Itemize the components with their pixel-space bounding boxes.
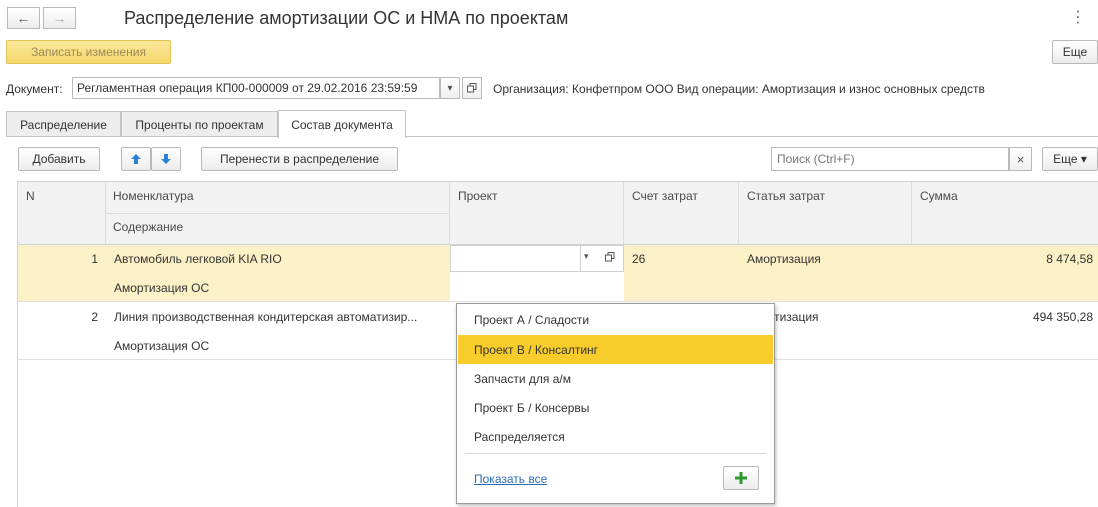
field-divider xyxy=(580,246,581,271)
plus-icon xyxy=(735,472,747,484)
page-title: Распределение амортизации ОС и НМА по пр… xyxy=(124,8,569,28)
open-icon[interactable] xyxy=(462,77,482,99)
move-down-button[interactable] xyxy=(151,147,181,171)
dropdown-item-project-v[interactable]: Проект В / Консалтинг xyxy=(458,335,773,364)
arrow-up-icon xyxy=(131,154,141,164)
header-n[interactable]: N xyxy=(18,182,105,244)
create-button[interactable] xyxy=(723,466,759,490)
arrow-right-icon: → xyxy=(52,10,67,26)
tab-project-percentages[interactable]: Проценты по проектам xyxy=(121,111,278,137)
back-button[interactable]: ← xyxy=(7,7,40,29)
dropdown-separator xyxy=(465,453,766,454)
account-cell[interactable]: 26 xyxy=(632,252,645,266)
move-to-distribution-button[interactable]: Перенести в распределение xyxy=(201,147,398,171)
header-sum[interactable]: Сумма xyxy=(912,182,1098,244)
row-divider xyxy=(18,301,1098,302)
tab-divider xyxy=(6,136,1098,137)
dropdown-item-project-b[interactable]: Проект Б / Консервы xyxy=(458,393,773,422)
header-project[interactable]: Проект xyxy=(450,182,623,244)
organization-info: Организация: Конфетпром ООО Вид операции… xyxy=(493,82,985,96)
sum-cell[interactable]: 494 350,28 xyxy=(918,310,1093,324)
search-input[interactable] xyxy=(771,147,1009,171)
move-up-button[interactable] xyxy=(121,147,151,171)
col-divider xyxy=(738,182,739,244)
nomenclature-cell[interactable]: Автомобиль легковой KIA RIO xyxy=(114,252,444,266)
dropdown-arrow-icon[interactable]: ▾ xyxy=(584,251,589,262)
tab-distribution[interactable]: Распределение xyxy=(6,111,121,137)
dropdown-item-distributed[interactable]: Распределяется xyxy=(458,422,773,451)
col-divider xyxy=(623,182,624,244)
tab-document-composition[interactable]: Состав документа xyxy=(278,110,406,138)
sum-cell[interactable]: 8 474,58 xyxy=(918,252,1093,266)
show-all-link[interactable]: Показать все xyxy=(474,472,547,486)
tab-active-gap xyxy=(279,136,405,138)
header-subdivider xyxy=(105,213,449,214)
dropdown-arrow-icon[interactable]: ▾ xyxy=(440,77,460,99)
add-button[interactable]: Добавить xyxy=(18,147,100,171)
more-button[interactable]: Еще xyxy=(1052,40,1098,64)
arrow-down-icon xyxy=(161,154,171,164)
row-number: 2 xyxy=(91,310,98,324)
project-dropdown: Проект А / Сладости Проект В / Консалтин… xyxy=(456,303,775,504)
arrow-left-icon: ← xyxy=(16,10,31,26)
dropdown-item-spare-parts[interactable]: Запчасти для а/м xyxy=(458,364,773,393)
col-divider xyxy=(449,182,450,244)
nomenclature-cell[interactable]: Линия производственная кондитерская авто… xyxy=(114,310,444,324)
open-icon[interactable] xyxy=(605,251,615,265)
header-content[interactable]: Содержание xyxy=(105,213,449,244)
cost-item-cell[interactable]: Амортизация xyxy=(747,252,821,266)
document-field[interactable]: Регламентная операция КП00-000009 от 29.… xyxy=(72,77,440,99)
col-divider xyxy=(911,182,912,244)
content-cell[interactable]: Амортизация ОС xyxy=(114,339,444,353)
dropdown-item-project-a[interactable]: Проект А / Сладости xyxy=(458,305,773,334)
content-cell[interactable]: Амортизация ОС xyxy=(114,281,444,295)
document-label: Документ: xyxy=(6,82,63,96)
more-vert-icon[interactable]: ⋮ xyxy=(1070,9,1086,27)
clear-search-icon[interactable]: × xyxy=(1009,147,1032,171)
header-cost-item[interactable]: Статья затрат xyxy=(739,182,911,244)
header-account[interactable]: Счет затрат xyxy=(624,182,738,244)
row-number: 1 xyxy=(91,252,98,266)
header-nomenclature[interactable]: Номенклатура xyxy=(105,182,449,213)
save-changes-button[interactable]: Записать изменения xyxy=(6,40,171,64)
forward-button[interactable]: → xyxy=(43,7,76,29)
project-edit-field[interactable] xyxy=(450,245,624,272)
table-more-button[interactable]: Еще ▾ xyxy=(1042,147,1098,171)
